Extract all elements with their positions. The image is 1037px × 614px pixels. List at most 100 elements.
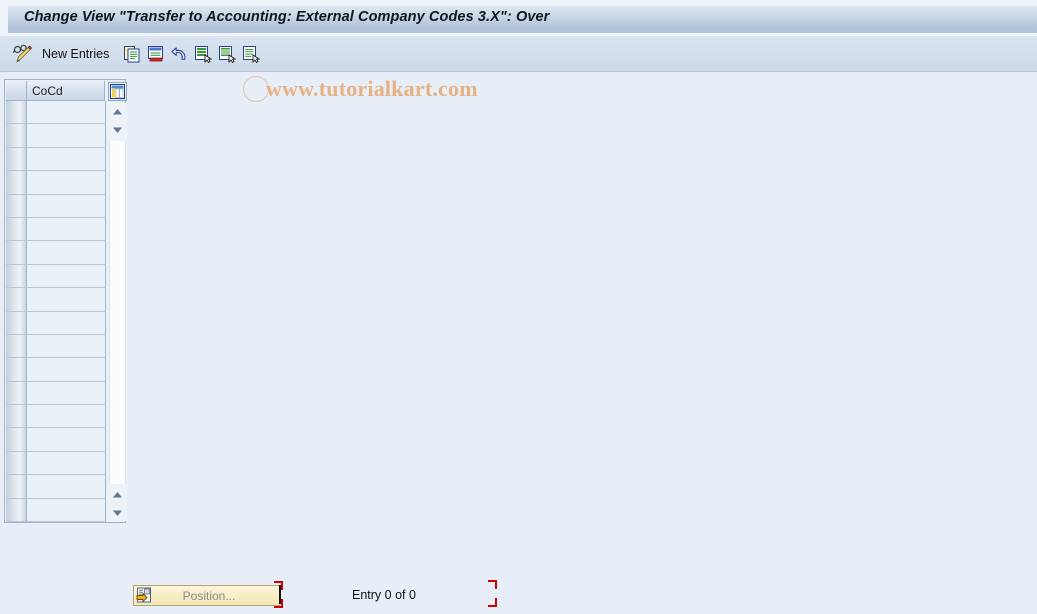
table-row[interactable] xyxy=(6,147,106,172)
cocd-cell[interactable] xyxy=(28,475,106,498)
cocd-cell[interactable] xyxy=(28,217,106,241)
cocd-cell[interactable] xyxy=(28,241,106,264)
row-select-button[interactable] xyxy=(6,147,27,171)
position-button[interactable]: Position... xyxy=(133,585,280,606)
triangle-down-icon xyxy=(113,510,122,516)
deselect-all-button[interactable] xyxy=(216,40,238,68)
cocd-cell[interactable] xyxy=(28,334,106,358)
cocd-cell[interactable] xyxy=(28,358,106,381)
row-select-button[interactable] xyxy=(6,334,27,358)
watermark-text: www.tutorialkart.com xyxy=(266,76,478,101)
delete-icon xyxy=(148,46,163,62)
cocd-cell[interactable] xyxy=(28,194,106,217)
cocd-cell[interactable] xyxy=(28,428,106,451)
selection-corner-top-right xyxy=(488,580,497,589)
table-row[interactable] xyxy=(6,171,106,195)
row-select-button[interactable] xyxy=(6,101,27,124)
table-row[interactable] xyxy=(6,217,106,242)
application-toolbar: New Entries www.tutorialkart.com xyxy=(0,36,1037,102)
table-row[interactable] xyxy=(6,358,106,382)
column-config-icon xyxy=(110,84,125,99)
table-row[interactable] xyxy=(6,498,106,523)
table-row[interactable] xyxy=(6,428,106,452)
row-select-button[interactable] xyxy=(6,194,27,217)
cocd-cell[interactable] xyxy=(28,288,106,311)
row-select-button[interactable] xyxy=(6,241,27,264)
table-body xyxy=(6,101,106,523)
row-select-button[interactable] xyxy=(6,405,27,428)
title-bar-gradient: Change View "Transfer to Accounting: Ext… xyxy=(8,5,1037,33)
row-select-button[interactable] xyxy=(6,124,27,147)
copy-as-button[interactable] xyxy=(121,40,143,68)
table-row[interactable] xyxy=(6,381,106,406)
scrollbar-track[interactable] xyxy=(109,141,126,484)
table-row[interactable] xyxy=(6,241,106,265)
select-all-icon xyxy=(195,46,212,63)
copy-as-icon xyxy=(124,46,140,63)
text-cursor xyxy=(279,585,281,604)
undo-button[interactable] xyxy=(169,40,191,68)
entries-table: CoCd xyxy=(4,79,127,523)
table-row[interactable] xyxy=(6,264,106,289)
row-select-button[interactable] xyxy=(6,475,27,498)
row-select-button[interactable] xyxy=(6,451,27,475)
triangle-down-icon xyxy=(113,127,122,133)
cocd-cell[interactable] xyxy=(28,147,106,171)
undo-icon xyxy=(171,47,186,60)
cocd-column-label: CoCd xyxy=(32,83,63,98)
row-select-button[interactable] xyxy=(6,171,27,194)
cocd-cell[interactable] xyxy=(28,124,106,147)
row-select-button[interactable] xyxy=(6,428,27,451)
selection-corner-bottom-right xyxy=(488,598,497,607)
table-row[interactable] xyxy=(6,405,106,429)
select-all-button[interactable] xyxy=(192,40,214,68)
cocd-cell[interactable] xyxy=(28,498,106,522)
details-icon xyxy=(243,46,260,63)
triangle-up-icon xyxy=(113,108,122,114)
cocd-cell[interactable] xyxy=(28,405,106,428)
row-select-button[interactable] xyxy=(6,381,27,405)
row-select-button[interactable] xyxy=(6,217,27,241)
new-entries-button[interactable]: New Entries xyxy=(40,40,111,68)
cocd-cell[interactable] xyxy=(28,101,106,124)
page-title: Change View "Transfer to Accounting: Ext… xyxy=(24,9,550,25)
cocd-cell[interactable] xyxy=(28,171,106,194)
cocd-cell[interactable] xyxy=(28,311,106,334)
table-row[interactable] xyxy=(6,475,106,499)
deselect-all-icon xyxy=(219,46,236,63)
table-header-select-all-cell[interactable] xyxy=(6,81,27,101)
scroll-page-down-button[interactable] xyxy=(108,504,127,521)
table-row[interactable] xyxy=(6,194,106,218)
pencil-glasses-icon xyxy=(12,44,33,63)
new-entries-label: New Entries xyxy=(42,47,110,61)
position-button-label: Position... xyxy=(182,588,236,603)
row-select-button[interactable] xyxy=(6,311,27,334)
display-change-toggle-button[interactable] xyxy=(8,40,36,68)
position-icon xyxy=(136,587,151,603)
column-config-button[interactable] xyxy=(108,82,127,101)
row-select-button[interactable] xyxy=(6,288,27,311)
entry-status-text: Entry 0 of 0 xyxy=(352,588,416,602)
table-header-row: CoCd xyxy=(5,80,125,101)
table-header-cocd[interactable]: CoCd xyxy=(27,81,105,101)
delete-button[interactable] xyxy=(145,40,167,68)
scroll-page-up-button[interactable] xyxy=(108,486,127,503)
scroll-down-button[interactable] xyxy=(108,121,127,138)
table-row[interactable] xyxy=(6,288,106,312)
row-select-button[interactable] xyxy=(6,264,27,288)
table-row[interactable] xyxy=(6,451,106,476)
row-select-button[interactable] xyxy=(6,498,27,522)
scroll-up-button[interactable] xyxy=(108,103,127,120)
window-title-bar: Change View "Transfer to Accounting: Ext… xyxy=(0,0,1037,36)
table-vertical-scrollbar[interactable] xyxy=(108,103,127,521)
table-row[interactable] xyxy=(6,334,106,359)
table-row[interactable] xyxy=(6,311,106,335)
triangle-up-icon xyxy=(113,491,122,497)
row-select-button[interactable] xyxy=(6,358,27,381)
table-row[interactable] xyxy=(6,101,106,125)
cocd-cell[interactable] xyxy=(28,381,106,405)
details-button[interactable] xyxy=(240,40,262,68)
cocd-cell[interactable] xyxy=(28,264,106,288)
cocd-cell[interactable] xyxy=(28,451,106,475)
table-row[interactable] xyxy=(6,124,106,148)
